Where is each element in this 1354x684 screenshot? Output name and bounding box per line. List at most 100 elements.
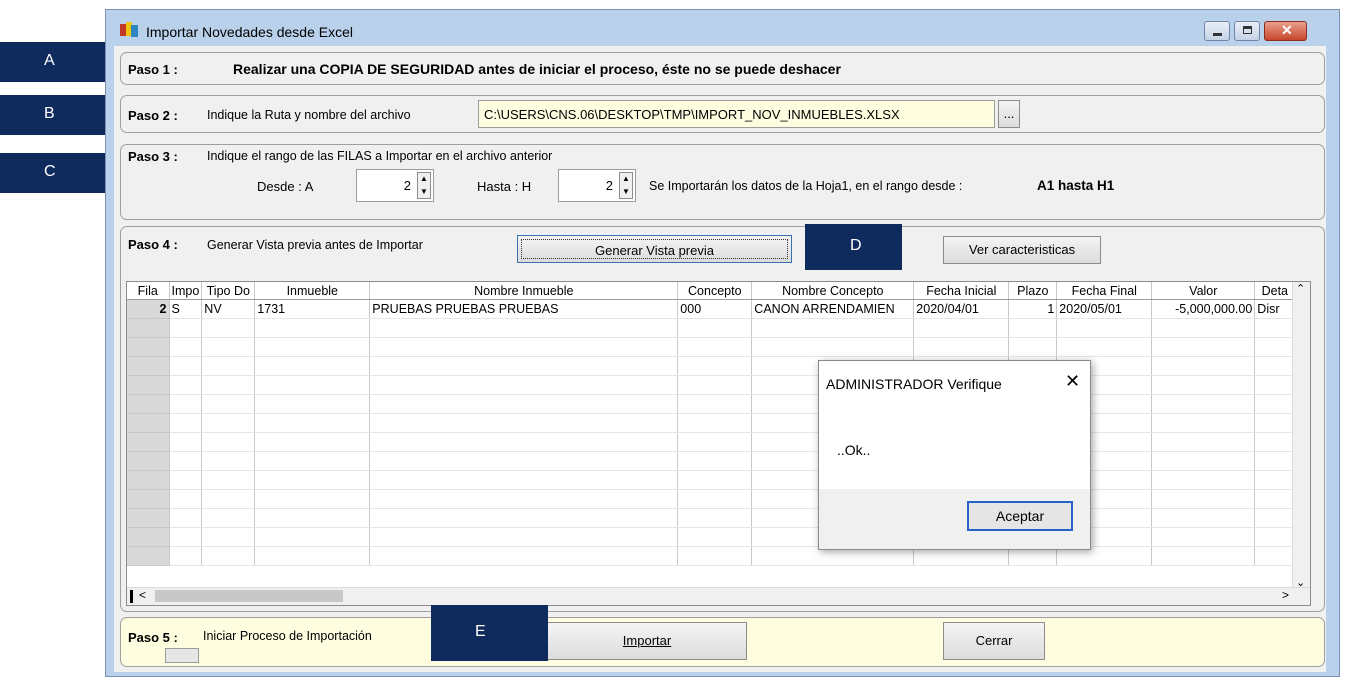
cell-concepto[interactable]: 000 [677,299,753,319]
empty-row [127,318,1296,338]
cell-fecha-final[interactable]: 2020/05/01 [1056,299,1153,319]
col-header[interactable]: Valor [1151,282,1256,300]
row-fila: 2 [127,299,170,319]
cell-inmueble[interactable]: 1731 [254,299,371,319]
dialog-message: ..Ok.. [837,442,871,458]
range-value: A1 hasta H1 [1037,178,1115,193]
scroll-thumb[interactable] [155,590,343,602]
cell-plazo[interactable]: 1 [1008,299,1058,319]
empty-row [127,470,1296,490]
file-path-value: C:\USERS\CNS.06\DESKTOP\TMP\IMPORT_NOV_I… [484,107,900,122]
message-dialog: ADMINISTRADOR Verifique ✕ ..Ok.. Aceptar [818,360,1091,550]
hasta-spinner[interactable]: ▲ ▼ [619,172,633,199]
progress-box [165,648,199,663]
table-header-row: Fila Impo Tipo Do Inmueble Nombre Inmueb… [127,282,1296,300]
generar-vista-previa-button[interactable]: Generar Vista previa [517,235,792,263]
title-bar: Importar Novedades desde Excel ✕ [106,10,1339,47]
horizontal-scrollbar[interactable]: < > [127,587,1310,605]
cell-valor[interactable]: -5,000,000.00 [1151,299,1256,319]
annotation-e: E [431,605,548,661]
cerrar-button[interactable]: Cerrar [943,622,1045,660]
empty-row [127,356,1296,376]
maximize-icon[interactable] [1234,21,1260,41]
aceptar-button[interactable]: Aceptar [967,501,1073,531]
desde-spinner[interactable]: ▲ ▼ [417,172,431,199]
paso2-text: Indique la Ruta y nombre del archivo [207,108,411,122]
paso4-text: Generar Vista previa antes de Importar [207,238,423,252]
empty-row [127,432,1296,452]
scroll-up-icon[interactable]: ⌃ [1296,282,1305,295]
browse-button[interactable]: ... [998,100,1020,128]
paso4-label: Paso 4 : [128,237,178,252]
annotation-b: B [0,95,118,135]
ver-caracteristicas-button[interactable]: Ver caracteristicas [943,236,1101,264]
col-header[interactable]: Impo [169,282,203,300]
col-header[interactable]: Tipo Do [201,282,256,300]
cell-tipo[interactable]: NV [201,299,256,319]
cell-fecha-inicial[interactable]: 2020/04/01 [913,299,1010,319]
col-header[interactable]: Plazo [1008,282,1058,300]
cell-deta[interactable]: Disr [1254,299,1296,319]
empty-row [127,375,1296,395]
empty-row [127,546,1296,566]
dialog-footer: Aceptar [819,489,1090,549]
hasta-value: 2 [605,178,613,193]
col-header[interactable]: Fecha Final [1056,282,1153,300]
cell-impo[interactable]: S [169,299,203,319]
paso1-label: Paso 1 : [128,62,178,77]
paso1-text: Realizar una COPIA DE SEGURIDAD antes de… [233,61,841,77]
empty-row [127,489,1296,509]
col-header[interactable]: Inmueble [254,282,371,300]
col-header[interactable]: Concepto [677,282,753,300]
paso2-label: Paso 2 : [128,108,178,123]
cell-nombre-inmueble[interactable]: PRUEBAS PRUEBAS PRUEBAS [369,299,679,319]
minimize-icon[interactable] [1204,21,1230,41]
col-header[interactable]: Deta [1254,282,1296,300]
col-header[interactable]: Fecha Inicial [913,282,1010,300]
empty-row [127,337,1296,357]
annotation-c: C [0,153,118,193]
importar-button[interactable]: Importar [547,622,747,660]
paso1-group: Paso 1 : Realizar una COPIA DE SEGURIDAD… [120,52,1325,85]
app-icon [120,22,138,37]
desde-value: 2 [403,178,411,193]
col-header[interactable]: Nombre Inmueble [369,282,679,300]
scroll-left-icon[interactable]: < [139,588,146,602]
annotation-a: A [0,42,118,82]
import-window: Importar Novedades desde Excel ✕ Paso 1 … [105,9,1340,677]
preview-table: Fila Impo Tipo Do Inmueble Nombre Inmueb… [127,282,1296,566]
paso5-group: Paso 5 : Iniciar Proceso de Importación … [120,617,1325,667]
empty-row [127,527,1296,547]
desde-input[interactable]: 2 ▲ ▼ [356,169,434,202]
paso5-label: Paso 5 : [128,630,178,645]
annotation-d: D [805,224,902,270]
generar-vista-previa-label: Generar Vista previa [595,243,714,258]
paso3-text: Indique el rango de las FILAS a Importar… [207,149,553,163]
range-info: Se Importarán los datos de la Hoja1, en … [649,179,963,193]
paso2-group: Paso 2 : Indique la Ruta y nombre del ar… [120,95,1325,133]
window-client: Paso 1 : Realizar una COPIA DE SEGURIDAD… [114,46,1326,672]
dialog-title: ADMINISTRADOR Verifique [826,376,1002,392]
preview-grid[interactable]: Fila Impo Tipo Do Inmueble Nombre Inmueb… [126,281,1311,606]
close-icon[interactable]: ✕ [1264,21,1307,41]
scroll-right-icon[interactable]: > [1282,588,1289,602]
col-header[interactable]: Nombre Concepto [751,282,915,300]
empty-row [127,394,1296,414]
hasta-label: Hasta : H [477,179,532,194]
empty-row [127,508,1296,528]
file-path-input[interactable]: C:\USERS\CNS.06\DESKTOP\TMP\IMPORT_NOV_I… [478,100,995,128]
hasta-input[interactable]: 2 ▲ ▼ [558,169,636,202]
desde-label: Desde : A [257,179,314,194]
paso3-label: Paso 3 : [128,149,178,164]
row-marker [130,590,133,603]
paso5-text: Iniciar Proceso de Importación [203,629,372,643]
empty-row [127,413,1296,433]
window-title: Importar Novedades desde Excel [146,24,353,40]
vertical-scrollbar[interactable]: ⌃ ⌄ [1292,282,1310,589]
col-header[interactable]: Fila [127,282,170,300]
dialog-close-icon[interactable]: ✕ [1065,371,1080,392]
cell-nombre-concepto[interactable]: CANON ARRENDAMIEN [751,299,915,319]
empty-row [127,451,1296,471]
paso3-group: Paso 3 : Indique el rango de las FILAS a… [120,144,1325,220]
table-row[interactable]: 2 S NV 1731 PRUEBAS PRUEBAS PRUEBAS 000 … [127,299,1296,319]
